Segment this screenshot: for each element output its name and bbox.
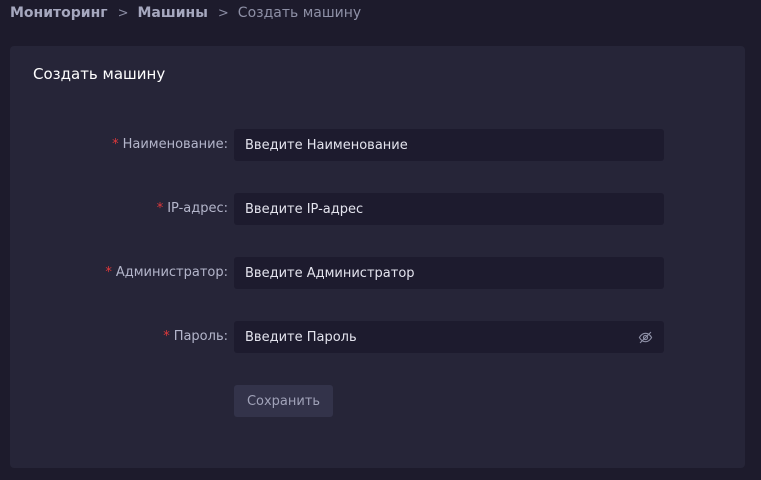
password-label: * Пароль: [163, 321, 228, 353]
card-title: Создать машину [33, 65, 166, 83]
breadcrumb: Мониторинг > Машины > Создать машину [10, 4, 361, 22]
password-input[interactable]: Введите Пароль [234, 321, 664, 353]
ip-label-text: IP-адрес: [167, 201, 228, 216]
name-input[interactable]: Введите Наименование [234, 129, 664, 161]
breadcrumb-item-machines[interactable]: Машины [138, 5, 208, 21]
password-label-text: Пароль: [173, 329, 228, 344]
breadcrumb-separator: > [117, 5, 129, 21]
password-placeholder: Введите Пароль [245, 329, 357, 345]
form-row-name: * Наименование: Введите Наименование [10, 129, 745, 161]
name-label-text: Наименование: [122, 137, 228, 152]
admin-placeholder: Введите Администратор [245, 265, 415, 281]
ip-placeholder: Введите IP-адрес [245, 201, 364, 217]
required-mark: * [163, 329, 170, 344]
required-mark: * [156, 201, 164, 216]
form-row-ip: * IP-адрес: Введите IP-адрес [10, 193, 745, 225]
form-row-password: * Пароль: Введите Пароль [10, 321, 745, 353]
save-button[interactable]: Сохранить [234, 385, 333, 417]
ip-input[interactable]: Введите IP-адрес [234, 193, 664, 225]
breadcrumb-separator: > [217, 5, 229, 21]
required-mark: * [112, 137, 119, 152]
breadcrumb-current: Создать машину [237, 5, 362, 21]
admin-label-text: Администратор: [115, 265, 228, 280]
form-row-admin: * Администратор: Введите Администратор [10, 257, 745, 289]
ip-label: * IP-адрес: [157, 193, 228, 225]
admin-input[interactable]: Введите Администратор [234, 257, 664, 289]
name-placeholder: Введите Наименование [245, 137, 408, 153]
admin-label: * Администратор: [105, 257, 228, 289]
name-label: * Наименование: [112, 129, 228, 161]
create-machine-card: Создать машину * Наименование: Введите На… [10, 46, 745, 468]
required-mark: * [105, 265, 112, 280]
eye-off-icon[interactable] [637, 329, 653, 345]
breadcrumb-item-monitoring[interactable]: Мониторинг [10, 5, 108, 21]
